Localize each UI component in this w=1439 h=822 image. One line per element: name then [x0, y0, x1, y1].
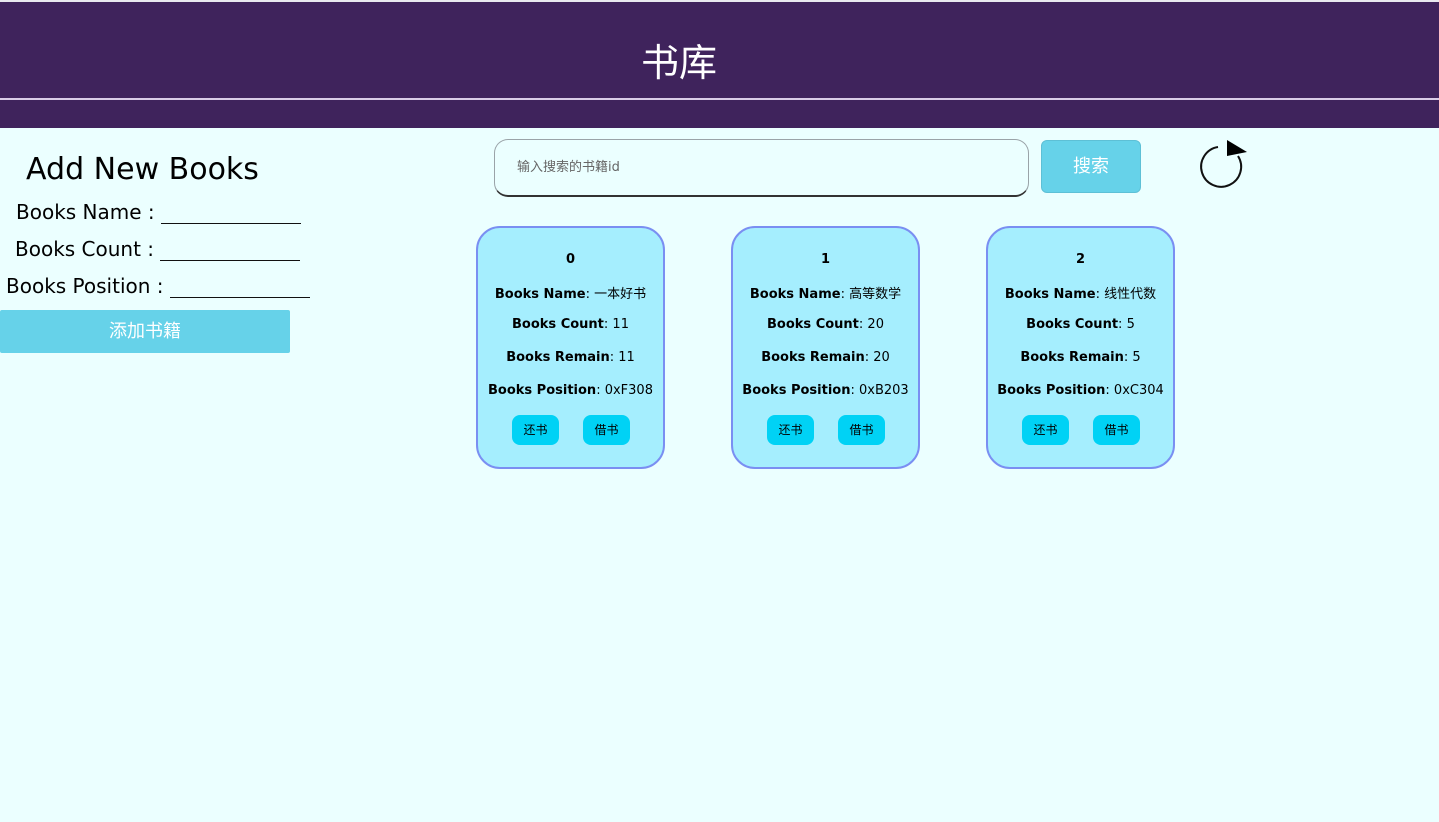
- book-position-label: Books Position: [997, 383, 1106, 398]
- book-name-label: Books Name: [494, 287, 586, 302]
- books-count-label: Books Count :: [15, 237, 155, 261]
- book-position-row: Books Position: 0xF308: [488, 383, 653, 398]
- app-header: 书库: [0, 0, 1439, 128]
- books-count-input[interactable]: [160, 241, 301, 261]
- page-title: 书库: [640, 41, 717, 85]
- book-card: 1 Books Name: 高等数学 Books Count: 20 Books…: [731, 226, 920, 469]
- book-count-value: 11: [612, 317, 629, 332]
- books-count-field[interactable]: Books Count :: [15, 237, 325, 261]
- return-book-button[interactable]: 还书: [1022, 415, 1069, 445]
- book-count-row: Books Count: 5: [1026, 317, 1135, 332]
- book-position-value: 0xB203: [859, 383, 909, 398]
- book-name-row: Books Name: 高等数学: [749, 287, 902, 302]
- return-book-button[interactable]: 还书: [767, 415, 814, 445]
- book-remain-label: Books Remain: [761, 350, 865, 365]
- book-name-row: Books Name: 线性代数: [1004, 287, 1157, 302]
- header-divider: [0, 98, 1439, 100]
- books-name-input[interactable]: [160, 204, 301, 224]
- books-position-field[interactable]: Books Position :: [6, 274, 316, 298]
- book-name-label: Books Name: [1004, 287, 1096, 302]
- book-position-label: Books Position: [488, 383, 597, 398]
- search-input[interactable]: [494, 139, 1029, 197]
- book-count-label: Books Count: [512, 317, 604, 332]
- book-count-label: Books Count: [1026, 317, 1119, 332]
- book-name-row: Books Name: 一本好书: [494, 287, 647, 302]
- book-position-value: 0xC304: [1113, 383, 1164, 398]
- borrow-book-button[interactable]: 借书: [838, 415, 885, 445]
- refresh-icon[interactable]: [1198, 136, 1254, 196]
- book-card: 0 Books Name: 一本好书 Books Count: 11 Books…: [476, 226, 665, 469]
- book-name-value: 一本好书: [594, 287, 647, 302]
- book-remain-label: Books Remain: [1020, 350, 1124, 365]
- add-books-title: Add New Books: [26, 152, 259, 187]
- add-book-button[interactable]: 添加书籍: [0, 310, 290, 353]
- book-count-value: 20: [867, 317, 884, 332]
- search-button[interactable]: 搜索: [1041, 140, 1141, 193]
- book-count-label: Books Count: [767, 317, 859, 332]
- books-name-field[interactable]: Books Name :: [16, 200, 326, 224]
- book-id: 0: [565, 252, 576, 267]
- book-count-row: Books Count: 20: [767, 317, 884, 332]
- books-position-label: Books Position :: [6, 274, 164, 298]
- book-position-row: Books Position: 0xC304: [997, 383, 1164, 398]
- book-remain-row: Books Remain: 11: [506, 350, 635, 365]
- book-id: 2: [1075, 252, 1086, 267]
- book-remain-value: 5: [1132, 350, 1141, 365]
- book-remain-value: 20: [873, 350, 890, 365]
- book-remain-value: 11: [618, 350, 635, 365]
- books-position-input[interactable]: [169, 278, 310, 298]
- book-remain-row: Books Remain: 5: [1020, 350, 1141, 365]
- books-name-label: Books Name :: [16, 200, 155, 224]
- book-position-value: 0xF308: [604, 383, 653, 398]
- book-remain-label: Books Remain: [506, 350, 610, 365]
- book-name-value: 高等数学: [849, 287, 902, 302]
- book-card: 2 Books Name: 线性代数 Books Count: 5 Books …: [986, 226, 1175, 469]
- borrow-book-button[interactable]: 借书: [583, 415, 630, 445]
- book-count-row: Books Count: 11: [512, 317, 629, 332]
- book-id: 1: [820, 252, 831, 267]
- book-count-value: 5: [1126, 317, 1135, 332]
- book-name-label: Books Name: [749, 287, 841, 302]
- book-name-value: 线性代数: [1104, 287, 1157, 302]
- return-book-button[interactable]: 还书: [512, 415, 559, 445]
- book-remain-row: Books Remain: 20: [761, 350, 890, 365]
- book-position-row: Books Position: 0xB203: [742, 383, 909, 398]
- book-position-label: Books Position: [742, 383, 851, 398]
- borrow-book-button[interactable]: 借书: [1093, 415, 1140, 445]
